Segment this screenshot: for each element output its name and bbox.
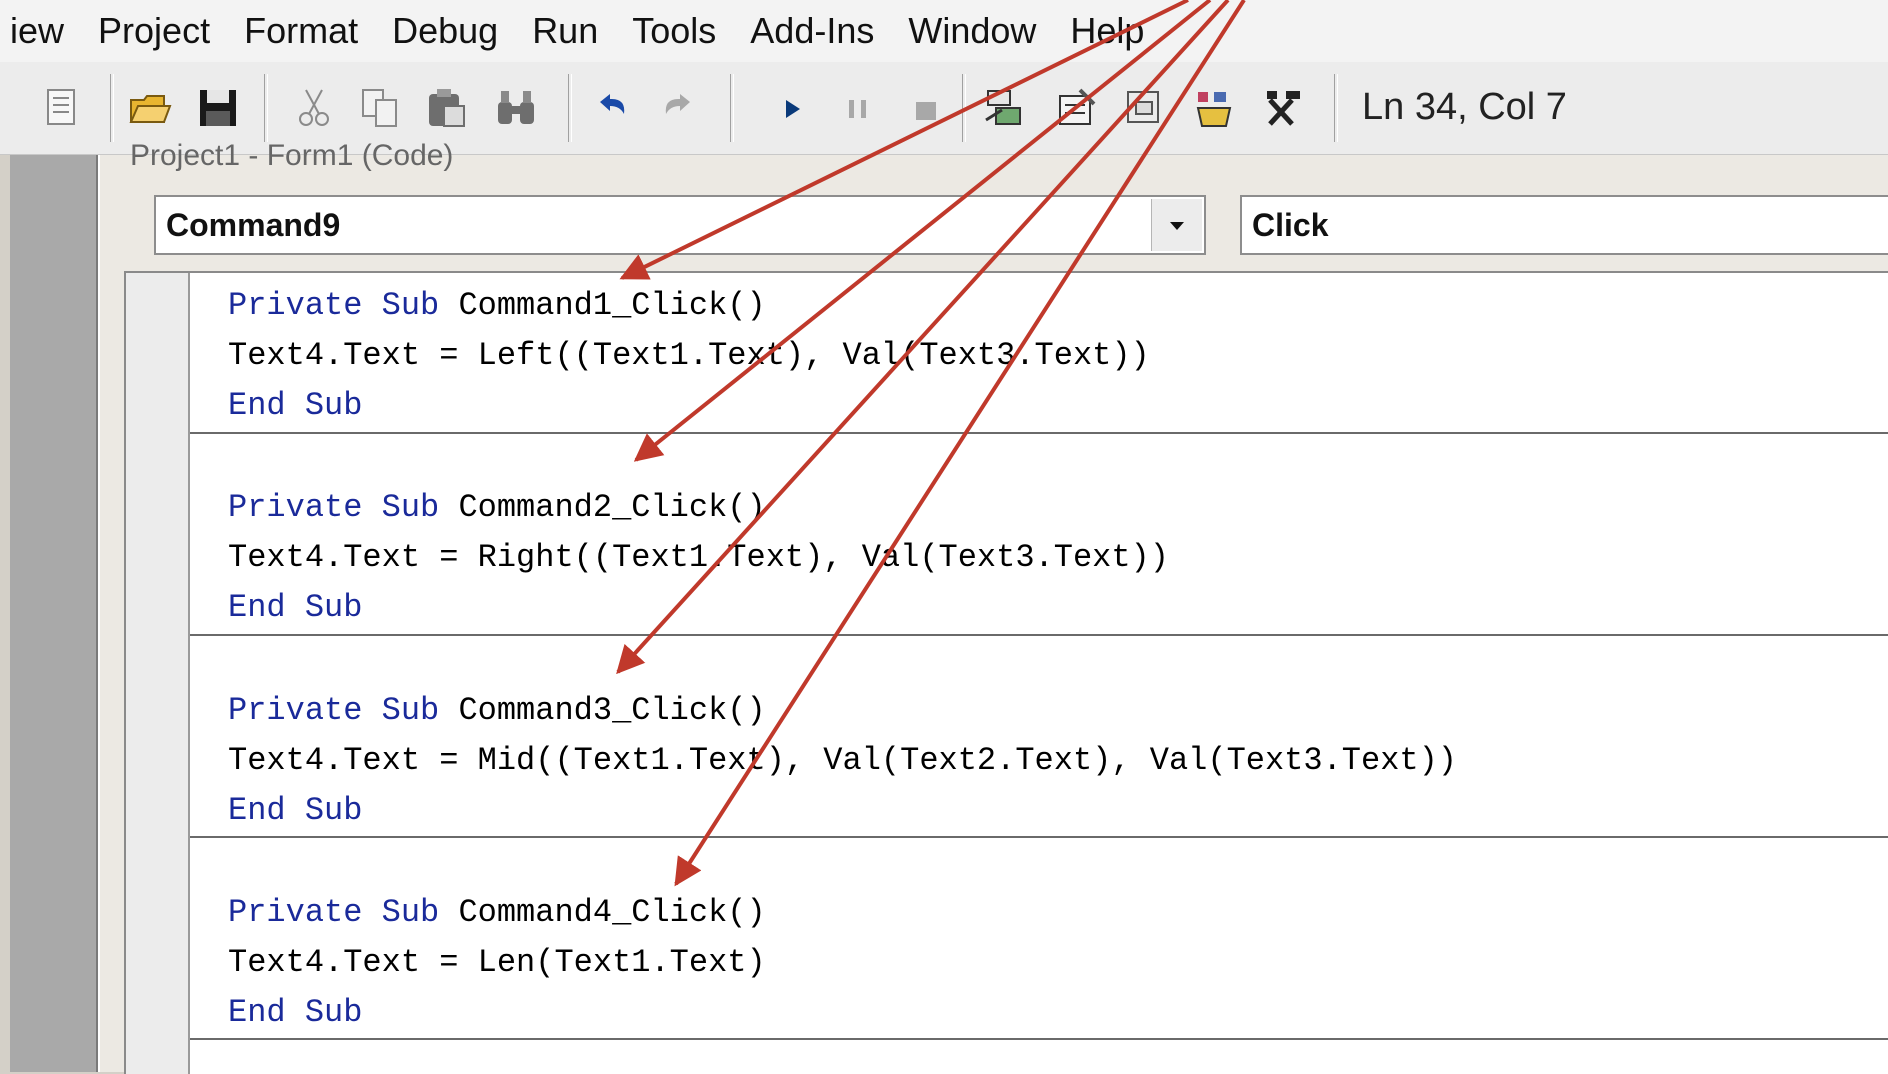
menu-tools[interactable]: Tools: [632, 10, 716, 52]
chevron-down-icon: [1170, 222, 1184, 230]
menu-add-ins[interactable]: Add-Ins: [750, 10, 874, 52]
code-line-body[interactable]: Text4.Text = Right((Text1.Text), Val(Tex…: [228, 539, 1169, 576]
paste-icon[interactable]: [424, 86, 468, 130]
object-browser-icon[interactable]: [1192, 86, 1236, 130]
object-combo-dropdown[interactable]: [1151, 199, 1202, 251]
keyword: Private Sub: [228, 692, 440, 729]
code-line-body[interactable]: Text4.Text = Len(Text1.Text): [228, 944, 766, 981]
toolbar-separator: [110, 74, 114, 142]
code-line-body[interactable]: Text4.Text = Left((Text1.Text), Val(Text…: [228, 337, 1150, 374]
run-icon[interactable]: [770, 86, 814, 130]
code-editor[interactable]: Private Sub Command1_Click() Text4.Text …: [124, 271, 1888, 1074]
procedure-block: Private Sub Command2_Click() Text4.Text …: [190, 434, 1888, 636]
pause-icon[interactable]: [836, 86, 880, 130]
procedure-combo-value: Click: [1252, 207, 1329, 243]
code-line-signature[interactable]: Private Sub Command4_Click(): [228, 894, 766, 931]
keyword: Private Sub: [228, 894, 440, 931]
toolbar-separator: [730, 74, 734, 142]
procedure-block: Private Sub Command3_Click() Text4.Text …: [190, 636, 1888, 838]
code-line-end[interactable]: End Sub: [228, 387, 362, 424]
cursor-position-status: Ln 34, Col 7: [1362, 86, 1567, 128]
open-icon[interactable]: [128, 86, 172, 130]
menu-format[interactable]: Format: [244, 10, 358, 52]
toolbar-separator: [264, 74, 268, 142]
code-line-signature[interactable]: Private Sub Command3_Click(): [228, 692, 766, 729]
toolbar-separator: [568, 74, 572, 142]
code-line-body[interactable]: Text4.Text = Mid((Text1.Text), Val(Text2…: [228, 742, 1457, 779]
object-combo[interactable]: Command9: [154, 195, 1206, 255]
keyword: Private Sub: [228, 489, 440, 526]
procedure-name: Command3_Click(): [458, 692, 766, 729]
keyword: End Sub: [228, 589, 363, 626]
find-icon[interactable]: [494, 86, 538, 130]
code-window-title: Project1 - Form1 (Code): [130, 139, 454, 172]
cut-icon[interactable]: [292, 86, 336, 130]
keyword: Private Sub: [228, 287, 440, 324]
menu-project[interactable]: Project: [98, 10, 210, 52]
procedure-name: Command2_Click(): [458, 489, 766, 526]
properties-icon[interactable]: [1054, 86, 1098, 130]
procedure-name: Command4_Click(): [458, 894, 766, 931]
code-line-end[interactable]: End Sub: [228, 994, 362, 1031]
toolbar-separator: [962, 74, 966, 142]
keyword: End Sub: [228, 387, 363, 424]
code-line-end[interactable]: End Sub: [228, 589, 362, 626]
procedure-name: Command1_Click(): [458, 287, 766, 324]
keyword: End Sub: [228, 792, 363, 829]
menu-window[interactable]: Window: [908, 10, 1036, 52]
project-explorer-icon[interactable]: [982, 86, 1026, 130]
object-combo-value: Command9: [166, 207, 341, 243]
mdi-background: [10, 155, 98, 1072]
copy-icon[interactable]: [358, 86, 402, 130]
procedure-block: Private Sub Command4_Click() Text4.Text …: [190, 838, 1888, 1040]
toolbox-icon[interactable]: [1262, 86, 1306, 130]
menu-view[interactable]: iew: [10, 10, 64, 52]
redo-icon[interactable]: [656, 86, 700, 130]
menu-help[interactable]: Help: [1070, 10, 1144, 52]
code-line-signature[interactable]: Private Sub Command2_Click(): [228, 489, 766, 526]
toolbar-separator: [1334, 74, 1338, 142]
save-icon[interactable]: [196, 86, 240, 130]
stop-icon[interactable]: [904, 86, 948, 130]
code-line-end[interactable]: End Sub: [228, 792, 362, 829]
menu-debug[interactable]: Debug: [392, 10, 498, 52]
form-layout-icon[interactable]: [1122, 86, 1166, 130]
undo-icon[interactable]: [590, 86, 634, 130]
procedure-combo[interactable]: Click: [1240, 195, 1888, 255]
menu-run[interactable]: Run: [532, 10, 598, 52]
menu-bar: iew Project Format Debug Run Tools Add-I…: [0, 0, 1888, 63]
code-window: Project1 - Form1 (Code) Command9 Click P…: [98, 139, 1888, 1074]
code-margin: [126, 273, 190, 1074]
view-object-icon[interactable]: [40, 86, 84, 130]
code-line-signature[interactable]: Private Sub Command1_Click(): [228, 287, 766, 324]
keyword: End Sub: [228, 994, 363, 1031]
procedure-block: Private Sub Command1_Click() Text4.Text …: [190, 273, 1888, 434]
